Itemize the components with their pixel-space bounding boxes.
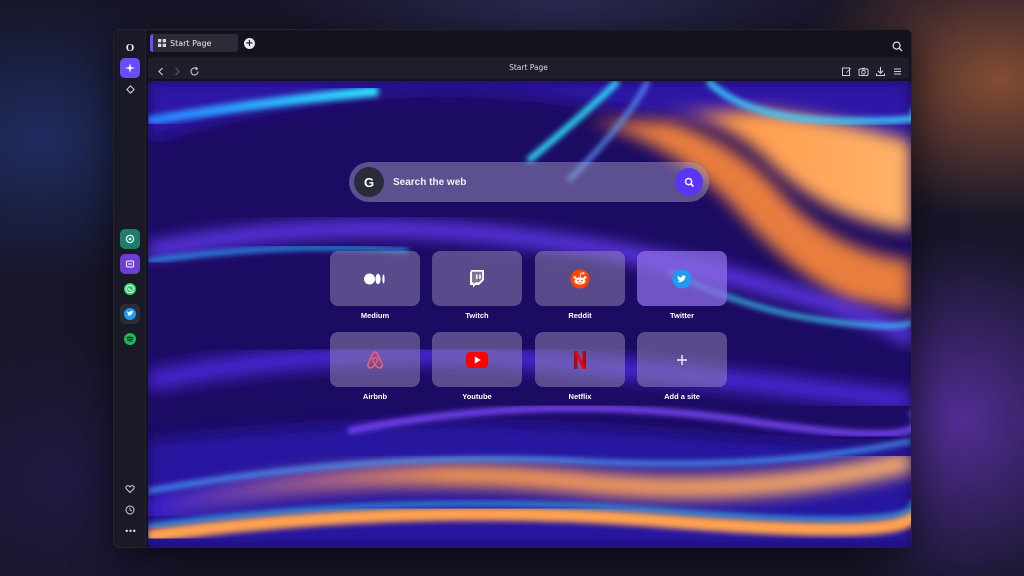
tile[interactable] [330,332,420,387]
edit-icon[interactable] [841,62,852,81]
medium-icon [364,273,385,284]
google-icon: G [354,167,384,197]
tile[interactable] [535,251,625,306]
twitch-icon [470,269,484,287]
google-letter: G [363,174,375,190]
twitch-chat-icon[interactable] [120,254,140,274]
tile-label: Add a site [664,392,700,401]
browser-window: O ••• Start Page + Start Page G Search t… [113,29,912,548]
menu-icon[interactable] [892,62,903,81]
history-icon[interactable] [120,500,140,520]
speed-dial-reddit[interactable]: Reddit [535,251,625,320]
tile[interactable] [432,251,522,306]
tile-label: Medium [360,311,390,320]
address-title: Start Page [509,63,548,72]
tab-start-page[interactable]: Start Page [150,34,238,52]
tile[interactable] [637,251,727,306]
airbnb-icon [367,350,383,369]
tab-search-icon[interactable] [892,37,903,56]
youtube-icon [466,351,488,368]
tile-label: Twitch [465,311,489,320]
speed-dial-medium[interactable]: Medium [330,251,420,320]
more-icon[interactable]: ••• [120,521,140,541]
download-icon[interactable] [875,62,886,81]
opera-logo-letter: O [125,42,135,54]
add-site-button[interactable] [637,332,727,387]
speed-dial-youtube[interactable]: Youtube [432,332,522,401]
tile-label: Netflix [568,392,592,401]
new-tab-button[interactable]: + [244,38,255,49]
wallpaper [148,81,911,547]
tile[interactable] [330,251,420,306]
twitter-sidebar-icon[interactable] [120,304,140,324]
chatgpt-icon[interactable] [120,229,140,249]
twitter-icon [672,269,692,288]
tile-label: Reddit [568,311,592,320]
address-bar[interactable]: Start Page [148,57,909,79]
search-box[interactable]: G Search the web [349,162,709,202]
plus-icon [677,354,687,365]
opera-logo-icon[interactable]: O [120,38,140,58]
heart-icon[interactable] [120,479,140,499]
aria-ai-icon[interactable] [120,58,140,78]
camera-icon[interactable] [858,62,869,81]
speed-dial-grid-icon [158,39,166,47]
reddit-icon [570,269,590,288]
speed-dial-netflix[interactable]: Netflix [535,332,625,401]
search-icon [684,177,694,187]
spotify-icon[interactable] [120,329,140,349]
tile-label: Youtube [462,392,492,401]
tab-accent [150,34,153,52]
speed-dial-twitch[interactable]: Twitch [432,251,522,320]
tile[interactable] [432,332,522,387]
tile-label: Twitter [669,311,695,320]
search-button[interactable] [675,168,703,196]
toolbar-right [841,62,903,81]
tile[interactable] [535,332,625,387]
sidebar: O ••• [114,30,146,547]
search-input[interactable]: Search the web [393,177,466,188]
tab-label: Start Page [170,38,212,48]
netflix-icon [574,350,586,369]
tile-label: Airbnb [362,392,388,401]
diamond-icon[interactable] [120,79,140,99]
speed-dial-add-site[interactable]: Add a site [637,332,727,401]
whatsapp-icon[interactable] [120,279,140,299]
speed-dial-twitter[interactable]: Twitter [637,251,727,320]
more-label: ••• [124,526,136,536]
start-page: G Search the web Medium Twitch Reddit Tw… [148,81,911,547]
tab-bar: Start Page + [146,30,911,56]
speed-dial-airbnb[interactable]: Airbnb [330,332,420,401]
